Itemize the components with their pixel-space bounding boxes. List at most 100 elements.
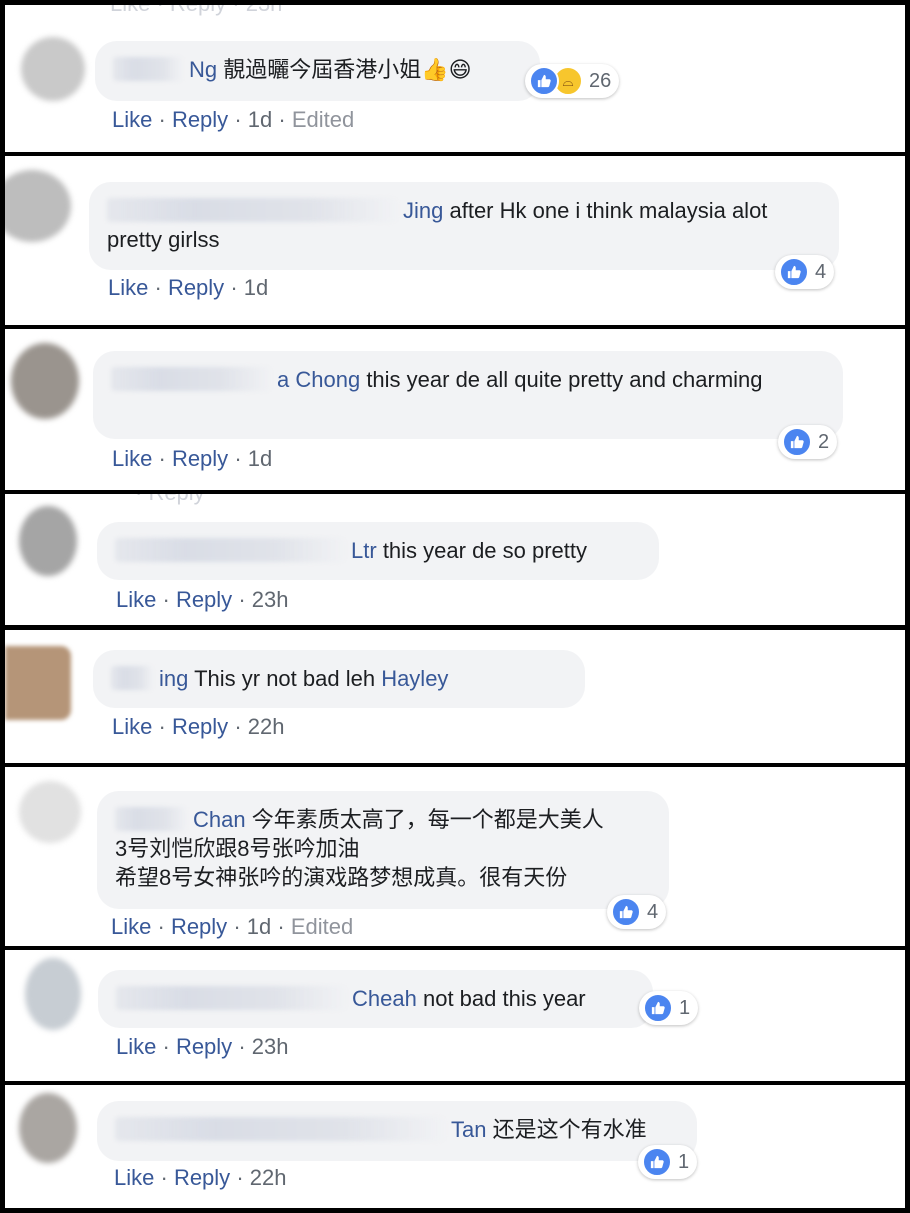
like-link[interactable]: Like: [108, 275, 148, 300]
commenter-name[interactable]: Chan: [193, 807, 246, 832]
reply-link[interactable]: Reply: [171, 914, 227, 939]
emoji-thumbs-grin: 👍😄: [421, 57, 472, 82]
comment-text: This yr not bad leh: [194, 666, 376, 691]
like-icon: [529, 66, 559, 96]
comment-actions: Like · Reply · 23h: [116, 587, 289, 612]
comment-bubble: Ltr this year de so pretty: [97, 522, 659, 580]
timestamp[interactable]: 1d: [244, 275, 268, 300]
commenter-name[interactable]: Tan: [451, 1117, 486, 1142]
comment-panel-1: Like · Reply · 23h Ng 靚過曬今屆香港小姐👍😄 ⌓ 26 L…: [5, 5, 905, 152]
comment-actions: Like · Reply · 22h: [112, 714, 285, 739]
comment-text: 靚過曬今屆香港小姐: [223, 57, 422, 82]
edited-label[interactable]: Edited: [292, 107, 354, 132]
avatar[interactable]: [19, 1093, 77, 1163]
comment-panel-6: Chan 今年素质太高了，每一个都是大美人 3号刘恺欣跟8号张吟加油 希望8号女…: [5, 767, 905, 946]
comment-actions: Like · Reply · 1d · Edited: [112, 107, 355, 132]
comment-actions: Like · Reply · 1d: [108, 275, 269, 300]
name-redaction: [111, 666, 153, 690]
name-redaction: [115, 807, 187, 831]
comment-text: not bad this year: [422, 986, 586, 1011]
avatar[interactable]: [11, 343, 79, 419]
reaction-number: 1: [679, 996, 691, 1019]
timestamp[interactable]: 23h: [252, 587, 289, 612]
comment-bubble: ing This yr not bad leh Hayley: [93, 650, 585, 708]
comment-bubble: Ng 靚過曬今屆香港小姐👍😄: [95, 41, 540, 101]
avatar[interactable]: [21, 37, 85, 101]
reaction-number: 26: [589, 69, 612, 92]
like-icon: [642, 1147, 672, 1177]
prev-comment-reply-ghost: · Reply: [135, 494, 205, 506]
timestamp[interactable]: 1d: [247, 914, 271, 939]
avatar[interactable]: [19, 781, 81, 843]
reaction-count[interactable]: ⌓ 26: [525, 64, 620, 98]
reaction-number: 4: [647, 900, 659, 923]
reaction-number: 2: [818, 430, 830, 453]
reaction-number: 1: [678, 1150, 690, 1173]
comment-panel-7: Cheah not bad this year 1 Like · Reply ·…: [5, 950, 905, 1081]
reply-link[interactable]: Reply: [168, 275, 224, 300]
comment-text: this year de so pretty: [382, 538, 588, 563]
avatar[interactable]: [19, 506, 77, 576]
mention-link[interactable]: Hayley: [381, 666, 448, 691]
comment-text-line-2: 3号刘恺欣跟8号张吟加油: [115, 836, 360, 861]
comment-text: 还是这个有水准: [492, 1117, 647, 1142]
reaction-count[interactable]: 1: [639, 991, 699, 1025]
comment-actions: Like · Reply · 1d · Edited: [111, 914, 354, 939]
comment-actions: Like · Reply · 1d: [112, 446, 273, 471]
timestamp[interactable]: 1d: [248, 446, 272, 471]
timestamp[interactable]: 22h: [250, 1165, 287, 1190]
like-link[interactable]: Like: [112, 714, 152, 739]
comment-bubble: Chan 今年素质太高了，每一个都是大美人 3号刘恺欣跟8号张吟加油 希望8号女…: [97, 791, 669, 909]
reaction-count[interactable]: 4: [607, 895, 667, 929]
reply-link[interactable]: Reply: [176, 587, 232, 612]
comment-panel-3: a Chong this year de all quite pretty an…: [5, 329, 905, 490]
commenter-name[interactable]: a Chong: [277, 367, 360, 392]
name-redaction: [113, 57, 183, 81]
comment-panel-2: Jing after Hk one i think malaysia alot …: [5, 156, 905, 325]
reply-link[interactable]: Reply: [172, 107, 228, 132]
name-redaction: [115, 538, 345, 562]
avatar[interactable]: [5, 170, 71, 242]
name-redaction: [111, 367, 271, 391]
avatar[interactable]: [25, 958, 81, 1030]
like-link[interactable]: Like: [112, 107, 152, 132]
reply-link[interactable]: Reply: [176, 1034, 232, 1059]
comment-panel-8: Tan 还是这个有水准 1 Like · Reply · 22h: [5, 1085, 905, 1208]
commenter-name[interactable]: Ltr: [351, 538, 377, 563]
comment-bubble: Cheah not bad this year: [98, 970, 653, 1028]
comment-bubble: a Chong this year de all quite pretty an…: [93, 351, 843, 439]
comment-text: this year de all quite pretty and charmi…: [366, 367, 763, 392]
timestamp[interactable]: 22h: [248, 714, 285, 739]
reply-link[interactable]: Reply: [172, 446, 228, 471]
like-link[interactable]: Like: [111, 914, 151, 939]
prev-comment-actions-ghost: Like · Reply · 23h: [110, 5, 282, 17]
name-redaction: [107, 198, 397, 222]
avatar[interactable]: [5, 646, 71, 720]
comment-bubble: Tan 还是这个有水准: [97, 1101, 697, 1161]
like-link[interactable]: Like: [112, 446, 152, 471]
reply-link[interactable]: Reply: [174, 1165, 230, 1190]
comment-text-line-3: 希望8号女神张吟的演戏路梦想成真。很有天份: [115, 865, 568, 890]
timestamp[interactable]: 23h: [252, 1034, 289, 1059]
comment-text: 今年素质太高了，每一个都是大美人: [251, 807, 604, 832]
like-link[interactable]: Like: [116, 1034, 156, 1059]
comment-actions: Like · Reply · 22h: [114, 1165, 287, 1190]
commenter-name[interactable]: ing: [159, 666, 188, 691]
comment-panel-5: ing This yr not bad leh Hayley Like · Re…: [5, 630, 905, 763]
timestamp[interactable]: 1d: [248, 107, 272, 132]
reaction-count[interactable]: 2: [778, 425, 838, 459]
like-icon: [779, 257, 809, 287]
commenter-name[interactable]: Jing: [403, 198, 443, 223]
reaction-count[interactable]: 1: [638, 1145, 698, 1179]
commenter-name[interactable]: Cheah: [352, 986, 417, 1011]
like-icon: [643, 993, 673, 1023]
comment-panel-4: · Reply Ltr this year de so pretty Like …: [5, 494, 905, 625]
commenter-name[interactable]: Ng: [189, 57, 217, 82]
like-link[interactable]: Like: [116, 587, 156, 612]
reply-link[interactable]: Reply: [172, 714, 228, 739]
edited-label[interactable]: Edited: [291, 914, 353, 939]
reaction-number: 4: [815, 260, 827, 283]
name-redaction: [115, 1117, 445, 1141]
reaction-count[interactable]: 4: [775, 255, 835, 289]
like-link[interactable]: Like: [114, 1165, 154, 1190]
